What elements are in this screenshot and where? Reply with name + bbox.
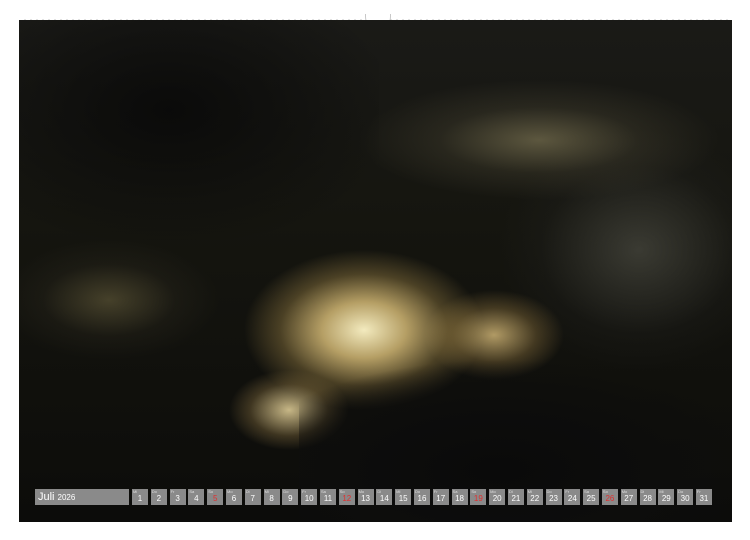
day-number: 27: [624, 494, 634, 503]
calendar-day-22: Mi 22: [526, 489, 543, 505]
calendar-day-3: Fr 3: [169, 489, 186, 505]
day-number: 14: [379, 494, 389, 503]
calendar-day-5: So 5: [207, 489, 224, 505]
calendar-day-25: Sa 25: [583, 489, 600, 505]
day-number: 5: [212, 494, 218, 503]
day-number: 23: [549, 494, 558, 503]
day-number: 17: [436, 494, 446, 503]
month-name: Juli: [38, 491, 55, 503]
calendar-strip: Juli 2026 Mi 1 Do 2 Fr 3 Sa 4 So 5 Mo 6 Di 7 Mi 8 Do 9 Fr 1…: [35, 489, 715, 505]
day-number: 19: [473, 494, 483, 503]
day-number: 4: [194, 494, 199, 503]
day-number: 16: [417, 494, 427, 503]
day-number: 8: [269, 494, 274, 503]
calendar-day-17: Fr 17: [432, 489, 449, 505]
calendar-day-8: Mi 8: [263, 489, 280, 505]
calendar-day-6: Mo 6: [225, 489, 242, 505]
calendar-day-11: Sa 11: [319, 489, 336, 505]
calendar-day-13: Mo 13: [357, 489, 374, 505]
day-number: 15: [398, 494, 408, 503]
day-number: 6: [231, 494, 237, 503]
sky-cloud-photo: [19, 20, 732, 522]
day-number: 12: [342, 494, 352, 503]
calendar-day-7: Di 7: [244, 489, 261, 505]
month-label: Juli 2026: [35, 489, 129, 505]
day-number: 24: [567, 494, 577, 503]
calendar-day-31: Fr 31: [695, 489, 712, 505]
calendar-day-28: Di 28: [639, 489, 656, 505]
calendar-day-24: Fr 24: [564, 489, 581, 505]
calendar-day-14: Di 14: [376, 489, 393, 505]
day-number: 13: [361, 494, 371, 503]
day-number: 30: [680, 494, 690, 503]
calendar-day-30: Do 30: [677, 489, 694, 505]
calendar-day-19: So 19: [470, 489, 487, 505]
day-number: 10: [304, 494, 314, 503]
dark-sky-area: [19, 20, 379, 240]
calendar-day-9: Do 9: [282, 489, 299, 505]
day-number: 31: [699, 494, 709, 503]
calendar-day-1: Mi 1: [132, 489, 148, 505]
day-number: 7: [250, 494, 255, 503]
day-number: 21: [511, 494, 521, 503]
day-number: 26: [605, 494, 615, 503]
day-number: 18: [455, 494, 464, 503]
calendar-day-27: Mo 27: [620, 489, 637, 505]
day-number: 2: [156, 494, 162, 503]
day-number: 1: [137, 494, 143, 503]
calendar-day-4: Sa 4: [188, 489, 205, 505]
day-number: 22: [530, 494, 540, 503]
calendar-day-2: Do 2: [150, 489, 167, 505]
calendar-day-21: Di 21: [507, 489, 524, 505]
calendar-day-16: Do 16: [413, 489, 430, 505]
day-number: 29: [661, 494, 671, 503]
calendar-day-18: Sa 18: [451, 489, 468, 505]
day-number: 20: [492, 494, 502, 503]
calendar-day-23: Do 23: [545, 489, 562, 505]
calendar-day-10: Fr 10: [301, 489, 318, 505]
day-number: 9: [288, 494, 293, 503]
day-number: 28: [643, 494, 652, 503]
day-number: 3: [175, 494, 180, 503]
calendar-day-26: So 26: [601, 489, 618, 505]
calendar-day-12: So 12: [338, 489, 355, 505]
day-number: 25: [586, 494, 596, 503]
month-year: 2026: [57, 492, 76, 502]
day-number: 11: [323, 494, 333, 503]
calendar-day-15: Mi 15: [395, 489, 412, 505]
calendar-day-29: Mi 29: [658, 489, 675, 505]
calendar-day-20: Mo 20: [489, 489, 506, 505]
